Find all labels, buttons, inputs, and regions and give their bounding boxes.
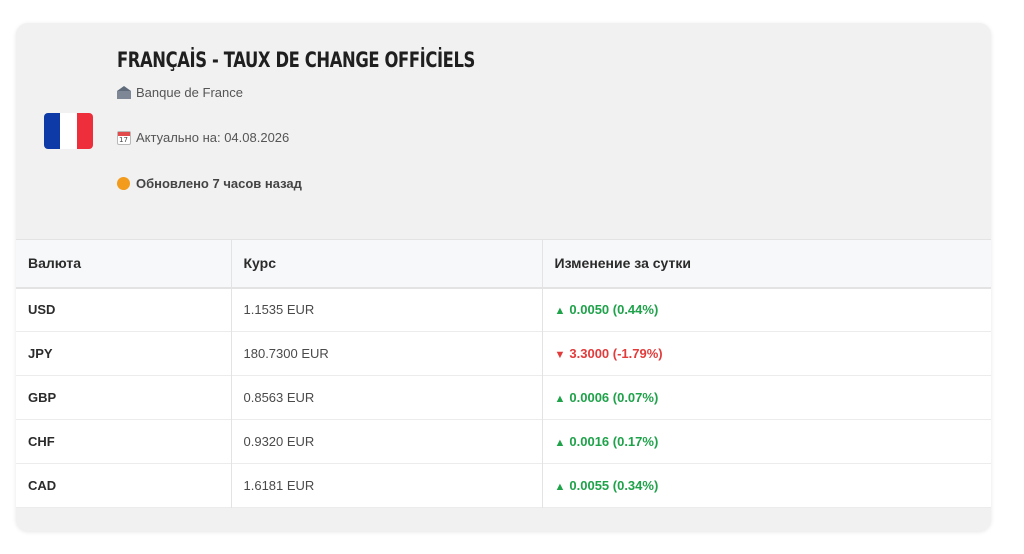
rate-value: 1.1535 EUR: [231, 287, 543, 332]
change-value: ▲ 0.0050 (0.44%): [542, 288, 991, 332]
currency-code: GBP: [16, 375, 232, 420]
rate-value: 1.6181 EUR: [231, 463, 543, 508]
page-title: FRANÇAİS - TAUX DE CHANGE OFFİCİELS: [117, 48, 475, 72]
change-text: 0.0016 (0.17%): [569, 434, 659, 449]
column-header-currency: Валюта: [16, 239, 232, 289]
column-header-change: Изменение за сутки: [542, 239, 991, 289]
change-value: ▲ 0.0006 (0.07%): [542, 376, 991, 420]
change-text: 0.0055 (0.34%): [569, 478, 659, 493]
change-value: ▲ 0.0055 (0.34%): [542, 464, 991, 508]
currency-code: CAD: [16, 463, 232, 508]
rate-value: 0.8563 EUR: [231, 375, 543, 420]
rate-value: 0.9320 EUR: [231, 419, 543, 464]
table-row: CHF 0.9320 EUR ▲ 0.0016 (0.17%): [16, 419, 991, 464]
status-dot-icon: [117, 177, 130, 190]
table-row: USD 1.1535 EUR ▲ 0.0050 (0.44%): [16, 287, 991, 332]
calendar-icon: [117, 130, 131, 145]
currency-code: CHF: [16, 419, 232, 464]
arrow-up-icon: ▲: [554, 393, 566, 405]
table-row: JPY 180.7300 EUR ▼ 3.3000 (-1.79%): [16, 331, 991, 376]
date-label: Актуально на: 04.08.2026: [136, 130, 290, 145]
column-header-rate: Курс: [231, 239, 543, 289]
arrow-up-icon: ▲: [554, 305, 566, 318]
france-flag-icon: [44, 113, 93, 149]
arrow-down-icon: ▼: [554, 349, 566, 361]
date-info: Актуально на: 04.08.2026: [117, 130, 289, 145]
currency-code: USD: [16, 287, 232, 332]
change-value: ▲ 0.0016 (0.17%): [542, 420, 991, 464]
change-value: ▼ 3.3000 (-1.79%): [542, 332, 991, 376]
arrow-up-icon: ▲: [554, 481, 566, 493]
change-text: 0.0006 (0.07%): [569, 390, 659, 405]
change-text: 3.3000 (-1.79%): [569, 346, 663, 361]
bank-name: Banque de France: [136, 85, 243, 100]
table-row: CAD 1.6181 EUR ▲ 0.0055 (0.34%): [16, 463, 991, 508]
exchange-rate-card: FRANÇAİS - TAUX DE CHANGE OFFİCİELS Banq…: [16, 23, 991, 531]
table-header-row: Валюта Курс Изменение за сутки: [16, 239, 991, 289]
rates-table: Валюта Курс Изменение за сутки USD 1.153…: [16, 239, 991, 508]
arrow-up-icon: ▲: [554, 437, 566, 449]
currency-code: JPY: [16, 331, 232, 376]
table-row: GBP 0.8563 EUR ▲ 0.0006 (0.07%): [16, 375, 991, 420]
bank-icon: [117, 85, 131, 100]
change-text: 0.0050 (0.44%): [569, 302, 659, 318]
rate-value: 180.7300 EUR: [231, 331, 543, 376]
bank-source: Banque de France: [117, 85, 243, 100]
update-status: Обновлено 7 часов назад: [117, 176, 302, 191]
updated-label: Обновлено 7 часов назад: [136, 176, 302, 191]
